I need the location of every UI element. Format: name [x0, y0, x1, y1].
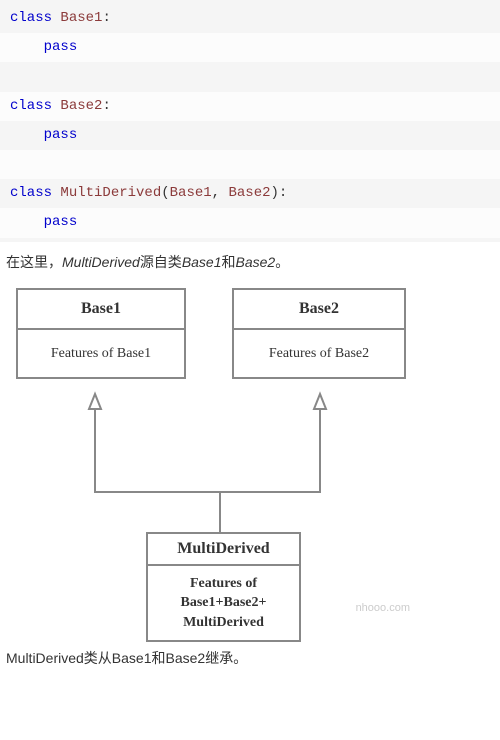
- code-token: class: [10, 10, 60, 26]
- code-line: pass: [0, 121, 500, 150]
- code-token: (: [161, 185, 169, 201]
- code-token: MultiDerived: [60, 185, 161, 201]
- diagram-box-base2: Base2 Features of Base2: [232, 288, 406, 380]
- paragraph-summary: MultiDerived类从Base1和Base2继承。: [0, 638, 500, 678]
- diagram-box-body: Features of Base1: [18, 330, 184, 378]
- text-mid1: 源自类: [140, 254, 182, 270]
- code-token: [10, 68, 18, 84]
- diagram-box-body: Features of Base2: [234, 330, 404, 378]
- body-line: Features of: [190, 576, 257, 591]
- watermark: nhooo.com: [356, 602, 410, 614]
- code-token: ,: [212, 185, 229, 201]
- code-line: class Base1:: [0, 4, 500, 33]
- body-line: Base1+Base2+: [181, 595, 267, 610]
- code-block: class Base1: pass class Base2: pass clas…: [0, 0, 500, 242]
- diagram-box-title: Base2: [234, 290, 404, 330]
- body-line: MultiDerived: [183, 615, 264, 630]
- code-token: [10, 127, 44, 143]
- code-line: class MultiDerived(Base1, Base2):: [0, 179, 500, 208]
- em-base1: Base1: [182, 254, 222, 270]
- em-multiderived: MultiDerived: [62, 254, 140, 270]
- text-suffix: 。: [275, 254, 289, 270]
- text-prefix: 在这里，: [6, 254, 62, 270]
- diagram-box-title: MultiDerived: [148, 534, 299, 566]
- code-token: ):: [271, 185, 288, 201]
- paragraph-intro: 在这里，MultiDerived源自类Base1和Base2。: [0, 242, 500, 282]
- diagram-box-title: Base1: [18, 290, 184, 330]
- diagram-box-base1: Base1 Features of Base1: [16, 288, 186, 380]
- diagram-box-body: Features of Base1+Base2+ MultiDerived: [148, 566, 299, 641]
- code-token: class: [10, 185, 60, 201]
- code-token: [10, 214, 44, 230]
- code-token: :: [102, 98, 110, 114]
- code-token: Base2: [60, 98, 102, 114]
- inheritance-diagram: Base1 Features of Base1 Base2 Features o…: [10, 282, 470, 632]
- code-line: pass: [0, 208, 500, 237]
- code-line: class Base2:: [0, 92, 500, 121]
- code-token: class: [10, 98, 60, 114]
- code-token: :: [102, 10, 110, 26]
- code-token: [10, 39, 44, 55]
- text-mid2: 和: [222, 254, 236, 270]
- diagram-box-multiderived: MultiDerived Features of Base1+Base2+ Mu…: [146, 532, 301, 643]
- code-token: Base2: [228, 185, 270, 201]
- code-line: pass: [0, 33, 500, 62]
- code-token: [10, 156, 18, 172]
- code-token: pass: [44, 127, 78, 143]
- em-base2: Base2: [236, 254, 276, 270]
- code-token: pass: [44, 214, 78, 230]
- code-token: pass: [44, 39, 78, 55]
- code-token: Base1: [60, 10, 102, 26]
- code-token: Base1: [170, 185, 212, 201]
- code-line: [0, 62, 500, 91]
- code-line: [0, 150, 500, 179]
